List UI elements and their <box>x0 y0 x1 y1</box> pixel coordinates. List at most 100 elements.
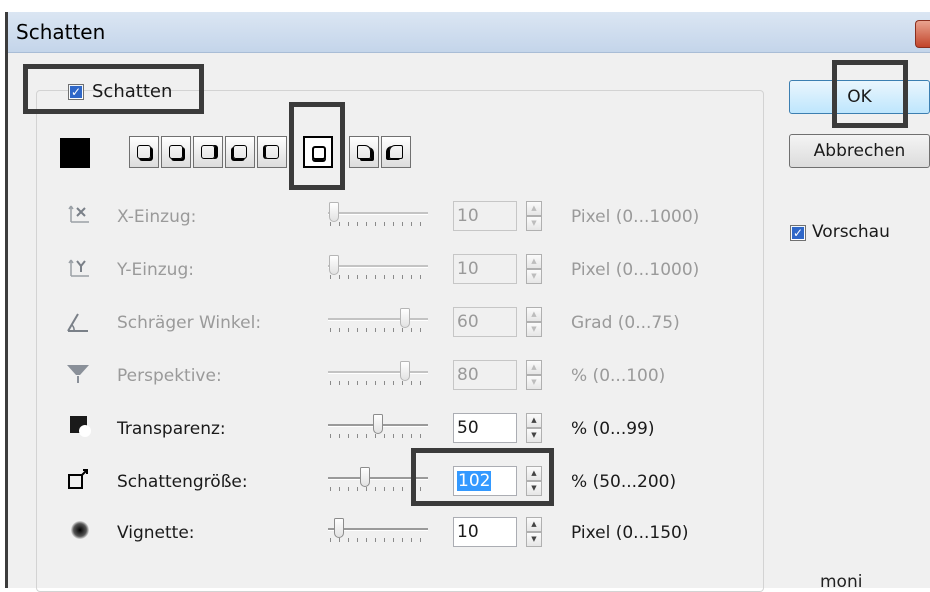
slider-track <box>328 318 428 321</box>
perspective-value: 80 <box>457 365 479 385</box>
slider-thumb[interactable] <box>334 518 345 538</box>
transparency-value: 50 <box>457 418 479 438</box>
slider-track <box>328 477 428 480</box>
vignette-decrement-button[interactable]: ▼ <box>526 532 542 547</box>
y-offset-decrement-button[interactable]: ▼ <box>526 269 542 284</box>
shadow-style-button-6[interactable] <box>303 136 333 168</box>
perspective-decrement-button[interactable]: ▼ <box>526 375 542 390</box>
shadow-checkbox[interactable]: ✓ <box>68 84 84 100</box>
angle-decrement-button[interactable]: ▼ <box>526 322 542 337</box>
shadow-style-button-1[interactable] <box>129 136 159 168</box>
shadow-size-value: 102 <box>457 471 492 491</box>
shadow-size-increment-button[interactable]: ▲ <box>526 466 542 481</box>
x-offset-icon <box>68 205 89 223</box>
shadow-size-slider[interactable] <box>328 465 430 495</box>
vignette-slider[interactable] <box>328 516 430 546</box>
transparency-slider[interactable] <box>328 412 430 442</box>
slider-ticks <box>330 222 426 226</box>
shadow-style-button-3[interactable] <box>193 136 223 168</box>
slider-thumb[interactable] <box>328 255 339 275</box>
shadow-style-button-7[interactable] <box>349 136 379 168</box>
angle-increment-button[interactable]: ▲ <box>526 307 542 322</box>
perspective-label: Perspektive: <box>117 366 222 386</box>
cancel-button[interactable]: Abbrechen <box>789 134 930 168</box>
angle-slider[interactable] <box>328 306 430 336</box>
x-offset-label: X-Einzug: <box>117 207 197 227</box>
close-button[interactable] <box>915 20 930 48</box>
shadow-style-button-5[interactable] <box>257 136 287 168</box>
transparency-decrement-button[interactable]: ▼ <box>526 428 542 443</box>
preview-checkbox-label[interactable]: Vorschau <box>812 222 890 242</box>
perspective-range: % (0...100) <box>571 366 666 386</box>
shadow-style-7-icon <box>357 145 371 159</box>
angle-input[interactable]: 60 <box>453 307 517 337</box>
angle-icon <box>67 313 88 332</box>
transparency-increment-button[interactable]: ▲ <box>526 413 542 428</box>
ok-button-label: OK <box>847 87 872 107</box>
shadow-color-swatch[interactable] <box>60 138 90 168</box>
x-offset-value: 10 <box>457 206 479 226</box>
x-offset-input[interactable]: 10 <box>453 201 517 231</box>
slider-ticks <box>330 275 426 279</box>
slider-track <box>328 265 428 268</box>
shadow-style-2-icon <box>169 145 183 159</box>
slider-thumb[interactable] <box>400 361 410 381</box>
transparency-label: Transparenz: <box>117 419 226 439</box>
vignette-label: Vignette: <box>117 523 195 543</box>
vignette-icon <box>71 521 89 539</box>
shadow-style-6-icon <box>312 146 326 160</box>
x-offset-range: Pixel (0...1000) <box>571 207 700 227</box>
shadow-size-input[interactable]: 102 <box>453 466 517 496</box>
dialog-title: Schatten <box>16 20 106 44</box>
shadow-size-icon <box>68 469 88 489</box>
shadow-style-4-icon <box>233 145 247 159</box>
slider-thumb[interactable] <box>359 467 370 487</box>
shadow-size-label: Schattengröße: <box>117 472 248 492</box>
slider-ticks <box>330 328 426 332</box>
y-offset-input[interactable]: 10 <box>453 254 517 284</box>
shadow-style-3-icon <box>201 145 215 159</box>
ok-button[interactable]: OK <box>789 80 930 114</box>
perspective-icon <box>67 365 89 383</box>
slider-track <box>328 212 428 215</box>
angle-range: Grad (0...75) <box>571 313 680 333</box>
shadow-checkbox-label[interactable]: Schatten <box>92 81 172 102</box>
shadow-style-8-icon <box>389 145 403 159</box>
x-offset-increment-button[interactable]: ▲ <box>526 201 542 216</box>
y-offset-range: Pixel (0...1000) <box>571 260 700 280</box>
transparency-input[interactable]: 50 <box>453 413 517 443</box>
shadow-style-button-8[interactable] <box>381 136 411 168</box>
cancel-button-label: Abbrechen <box>813 141 906 161</box>
slider-thumb[interactable] <box>400 308 410 328</box>
check-mark-icon: ✓ <box>792 226 804 240</box>
slider-track <box>328 371 428 374</box>
shadow-size-range: % (50...200) <box>571 472 677 492</box>
transparency-range: % (0...99) <box>571 419 655 439</box>
perspective-input[interactable]: 80 <box>453 360 517 390</box>
vignette-range: Pixel (0...150) <box>571 523 689 543</box>
y-offset-slider[interactable] <box>328 253 430 283</box>
slider-ticks <box>330 381 426 385</box>
corner-text: moni <box>820 572 863 592</box>
vignette-input[interactable]: 10 <box>453 517 517 547</box>
title-bar[interactable]: Schatten <box>8 12 930 53</box>
x-offset-decrement-button[interactable]: ▼ <box>526 216 542 231</box>
shadow-style-1-icon <box>137 145 151 159</box>
y-offset-icon <box>68 259 89 277</box>
x-offset-slider[interactable] <box>328 200 430 230</box>
y-offset-value: 10 <box>457 259 479 279</box>
shadow-style-button-4[interactable] <box>225 136 255 168</box>
shadow-size-decrement-button[interactable]: ▼ <box>526 481 542 496</box>
angle-label: Schräger Winkel: <box>117 313 262 333</box>
slider-ticks <box>330 434 426 438</box>
y-offset-increment-button[interactable]: ▲ <box>526 254 542 269</box>
transparency-icon <box>70 416 91 437</box>
perspective-increment-button[interactable]: ▲ <box>526 360 542 375</box>
perspective-slider[interactable] <box>328 359 430 389</box>
slider-thumb[interactable] <box>328 202 339 222</box>
vignette-value: 10 <box>457 522 479 542</box>
preview-checkbox[interactable]: ✓ <box>790 225 806 241</box>
slider-thumb[interactable] <box>373 414 383 434</box>
vignette-increment-button[interactable]: ▲ <box>526 517 542 532</box>
shadow-style-button-2[interactable] <box>161 136 191 168</box>
